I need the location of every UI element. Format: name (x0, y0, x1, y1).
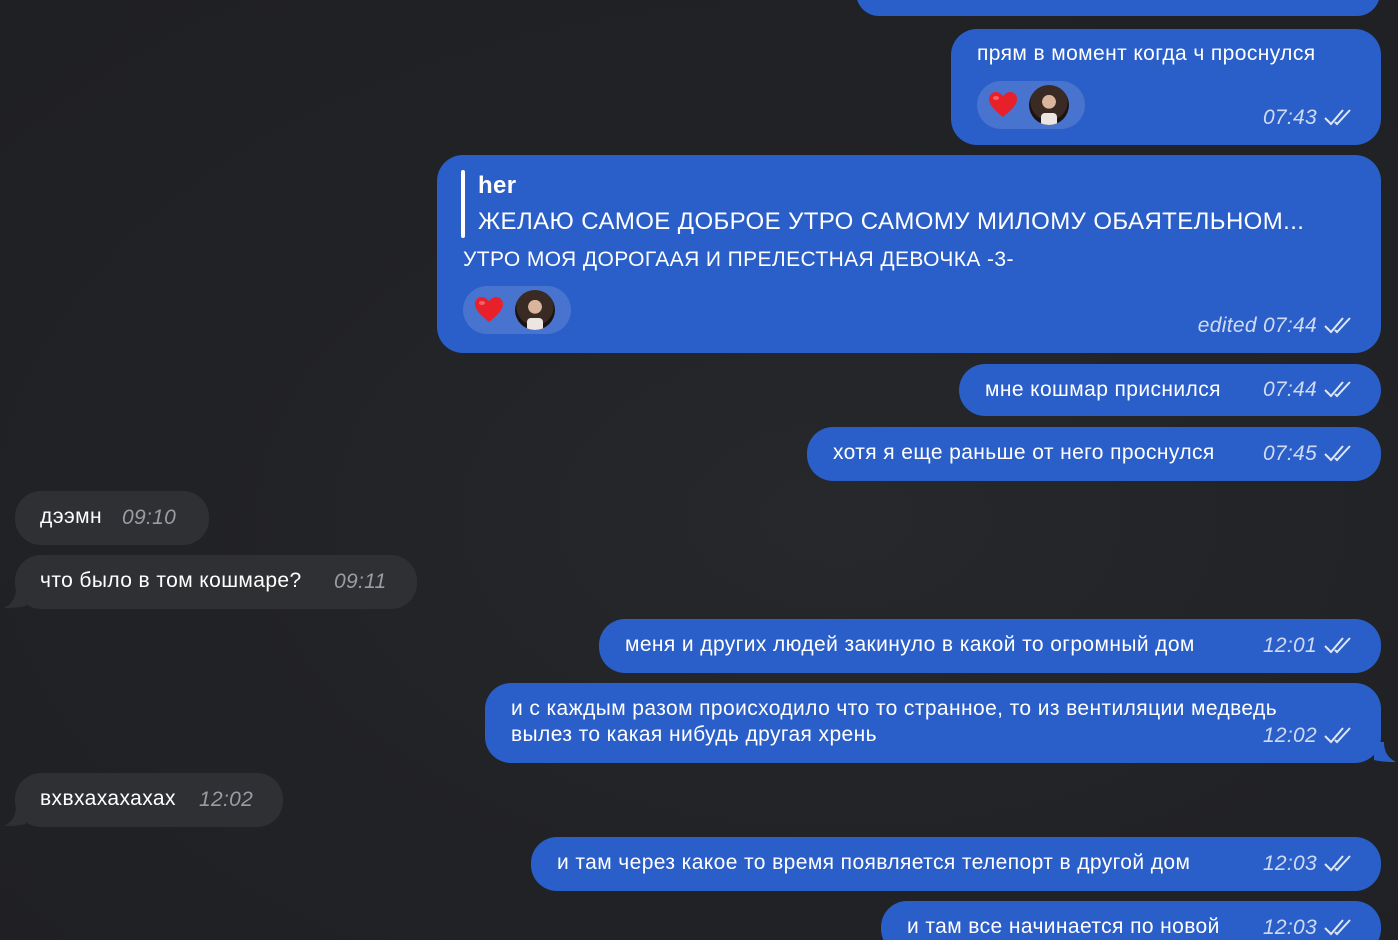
message-time: 12:02 (199, 788, 254, 811)
reply-text[interactable]: ЖЕЛАЮ САМОЕ ДОБРОЕ УТРО САМОМУ МИЛОМУ ОБ… (478, 208, 1304, 236)
message-meta: 12:03 (1263, 852, 1353, 876)
message-text: хотя я еще раньше от него проснулся (833, 441, 1215, 464)
message-text: меня и других людей закинуло в какой то … (625, 633, 1195, 656)
message-time: 12:01 (1262, 634, 1317, 657)
message-bubble[interactable]: прям в момент когда ч проснулся 07:43 (951, 29, 1381, 145)
message-text-line2: вылез то какая нибудь другая хрень (511, 723, 877, 746)
message-bubble-incoming[interactable]: дээмн 09:10 (15, 491, 209, 545)
message-meta: 07:44 (1263, 378, 1353, 402)
reply-bar (461, 170, 465, 238)
message-bubble[interactable]: хотя я еще раньше от него проснулся 07:4… (807, 427, 1381, 481)
message-bubble-incoming[interactable]: вхвхахахахах 12:02 (15, 773, 283, 827)
message-text: вхвхахахахах (40, 787, 176, 810)
double-check-icon (1324, 919, 1351, 936)
message-meta: 12:03 (1263, 916, 1353, 940)
bubble-tail (4, 588, 26, 608)
message-text-line1: и с каждым разом происходило что то стра… (511, 697, 1278, 720)
message-time: 12:03 (1262, 916, 1317, 939)
message-text: и там через какое то время появляется те… (557, 851, 1191, 874)
double-check-icon (1324, 109, 1351, 126)
message-bubble[interactable]: и с каждым разом происходило что то стра… (485, 683, 1381, 763)
double-check-icon (1324, 855, 1351, 872)
message-text: прям в момент когда ч проснулся (977, 42, 1316, 65)
double-check-icon (1324, 381, 1351, 398)
message-text: УТРО МОЯ ДОРОГААЯ И ПРЕЛЕСТНАЯ ДЕВОЧКА -… (463, 248, 1014, 271)
avatar (1029, 85, 1069, 125)
message-meta: 07:45 (1263, 442, 1353, 466)
message-meta: 12:02 (1263, 724, 1353, 748)
message-bubble[interactable]: меня и других людей закинуло в какой то … (599, 619, 1381, 673)
message-bubble[interactable]: и там все начинается по новой 12:03 (881, 901, 1381, 940)
bubble-tail (1374, 742, 1396, 762)
message-meta: 07:43 (1263, 106, 1353, 130)
message-meta: edited 07:44 (1198, 314, 1353, 338)
reaction-chip[interactable] (463, 286, 571, 334)
message-text: дээмн (40, 505, 102, 528)
double-check-icon (1324, 445, 1351, 462)
heart-icon (989, 92, 1017, 117)
reaction-chip[interactable] (977, 81, 1085, 129)
reply-author: her (478, 172, 517, 199)
bubble-tail (4, 806, 26, 826)
message-bubble[interactable]: и там через какое то время появляется те… (531, 837, 1381, 891)
message-time: edited 07:44 (1197, 314, 1317, 337)
double-check-icon (1324, 637, 1351, 654)
message-bubble-incoming[interactable]: что было в том кошмаре? 09:11 (15, 555, 417, 609)
message-time: 12:03 (1262, 852, 1317, 875)
message-time: 09:11 (334, 570, 387, 593)
heart-icon (475, 297, 503, 322)
message-bubble-cut-off[interactable] (856, 0, 1380, 16)
message-bubble-reply[interactable]: her ЖЕЛАЮ САМОЕ ДОБРОЕ УТРО САМОМУ МИЛОМ… (437, 155, 1381, 353)
avatar (515, 290, 555, 330)
chat-area: прям в момент когда ч проснулся 07:43 he… (0, 0, 1398, 940)
double-check-icon (1324, 727, 1351, 744)
message-time: 07:45 (1262, 442, 1317, 465)
message-meta: 09:11 (334, 570, 387, 594)
double-check-icon (1324, 317, 1351, 334)
message-time: 07:43 (1262, 106, 1317, 129)
message-bubble[interactable]: мне кошмар приснился 07:44 (959, 364, 1381, 416)
message-text: мне кошмар приснился (985, 378, 1221, 401)
message-meta: 12:02 (199, 788, 253, 812)
message-time: 09:10 (122, 506, 177, 529)
message-text: и там все начинается по новой (907, 915, 1220, 938)
message-meta: 09:10 (122, 506, 176, 530)
message-time: 07:44 (1262, 378, 1317, 401)
message-meta: 12:01 (1263, 634, 1353, 658)
message-time: 12:02 (1262, 724, 1317, 747)
message-text: что было в том кошмаре? (40, 569, 302, 592)
